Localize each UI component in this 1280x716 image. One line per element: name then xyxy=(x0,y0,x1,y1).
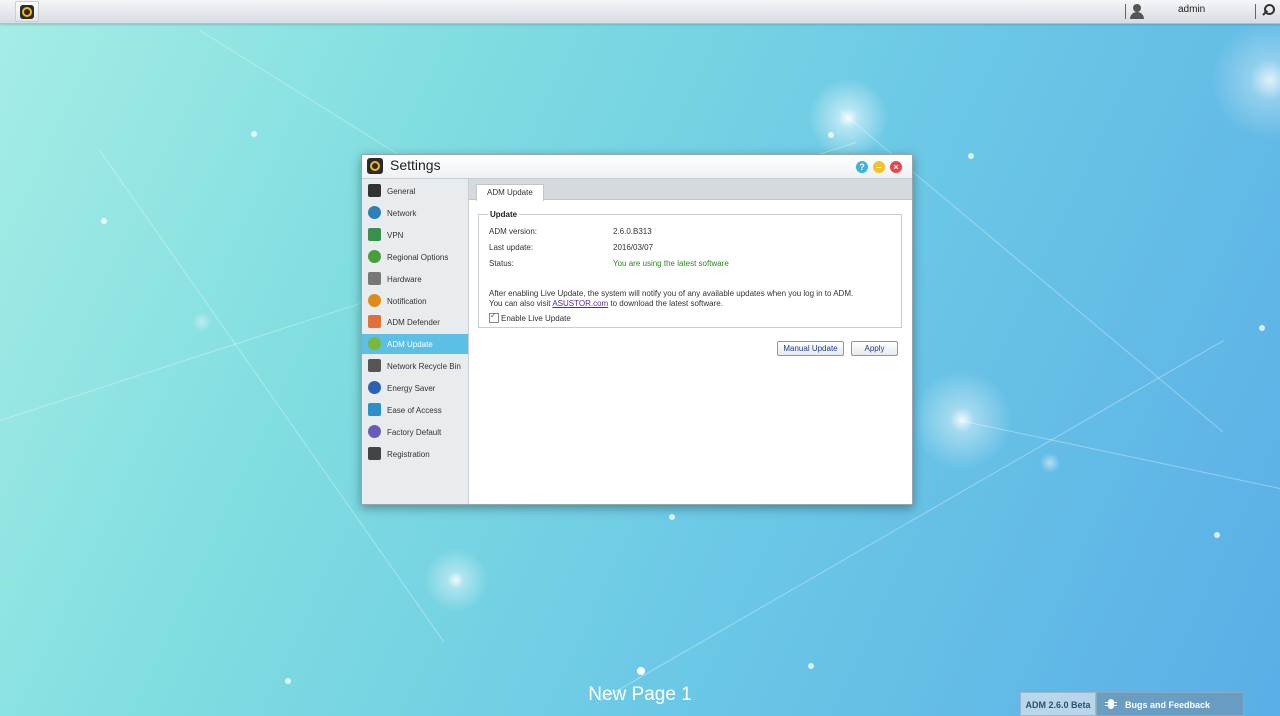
close-button[interactable]: × xyxy=(890,161,902,173)
enable-live-update-label[interactable]: Enable Live Update xyxy=(501,314,571,323)
status-value: You are using the latest software xyxy=(613,259,729,268)
info-line-2-prefix: You can also visit xyxy=(489,298,553,308)
taskbar-separator xyxy=(1125,4,1126,19)
window-titlebar[interactable]: Settings ? – × xyxy=(362,155,912,179)
bg-dot xyxy=(968,153,974,159)
sidebar-item-adm-update[interactable]: ADM Update xyxy=(362,334,468,355)
sidebar-item-label: Ease of Access xyxy=(387,406,442,415)
settings-app-icon xyxy=(367,158,383,174)
bg-dot xyxy=(1259,325,1265,331)
username-label[interactable]: admin xyxy=(1178,4,1205,15)
sidebar-item-label: Network Recycle Bin xyxy=(387,362,461,372)
sidebar-item-label: Notification xyxy=(387,296,427,306)
sidebar-item-label: Network xyxy=(387,208,417,218)
bug-icon xyxy=(1105,698,1117,711)
search-icon[interactable] xyxy=(1261,4,1275,19)
sidebar-item-factory-default[interactable]: Factory Default xyxy=(362,422,468,442)
adm-version-value: 2.6.0.B313 xyxy=(613,227,652,236)
manual-update-button[interactable]: Manual Update xyxy=(777,341,844,356)
user-icon[interactable] xyxy=(1130,4,1144,19)
minimize-button[interactable]: – xyxy=(873,161,885,173)
info-line-2: You can also visit ASUSTOR.com to downlo… xyxy=(489,299,899,309)
apply-button[interactable]: Apply xyxy=(851,341,898,356)
bg-line xyxy=(959,420,1280,490)
live-update-info: After enabling Live Update, the system w… xyxy=(489,289,899,308)
bg-dot xyxy=(285,678,291,684)
sidebar-item-label: Regional Options xyxy=(387,252,449,262)
notification-icon xyxy=(368,293,381,307)
settings-sidebar: General Network VPN Regional Options Hardwar… xyxy=(362,179,469,504)
desktop-page-title: New Page 1 xyxy=(588,684,692,705)
version-badge: ADM 2.6.0 Beta xyxy=(1020,692,1096,716)
network-globe-icon xyxy=(368,205,381,219)
help-button[interactable]: ? xyxy=(856,161,868,173)
sidebar-item-adm-defender[interactable]: ADM Defender xyxy=(362,312,468,332)
sidebar-item-label: Factory Default xyxy=(387,427,442,437)
vpn-icon xyxy=(368,227,381,241)
factory-default-icon xyxy=(368,424,381,438)
sidebar-item-regional-options[interactable]: Regional Options xyxy=(362,247,468,267)
update-legend: Update xyxy=(488,210,520,219)
sidebar-item-registration[interactable]: Registration xyxy=(362,444,468,464)
sidebar-item-network-recycle-bin[interactable]: Network Recycle Bin xyxy=(362,356,468,376)
sidebar-item-label: General xyxy=(387,187,416,196)
bugs-feedback-label: Bugs and Feedback xyxy=(1125,700,1211,710)
tab-adm-update[interactable]: ADM Update xyxy=(476,184,544,201)
general-icon xyxy=(368,184,381,197)
adm-defender-icon xyxy=(368,315,381,329)
sidebar-item-network[interactable]: Network xyxy=(362,203,468,223)
sidebar-item-vpn[interactable]: VPN xyxy=(362,225,468,245)
sidebar-item-label: ADM Update xyxy=(387,340,433,350)
registration-icon xyxy=(368,446,381,460)
last-update-value: 2016/03/07 xyxy=(613,243,654,252)
asustor-link[interactable]: ASUSTOR.com xyxy=(552,299,608,308)
sidebar-item-hardware[interactable]: Hardware xyxy=(362,269,468,289)
sidebar-item-ease-of-access[interactable]: Ease of Access xyxy=(362,400,468,420)
bg-dot xyxy=(669,514,675,520)
sidebar-item-label: Hardware xyxy=(387,274,422,284)
regional-options-icon xyxy=(368,249,381,263)
status-label: Status: xyxy=(489,259,514,268)
content-area: ADM Update Update ADM version: 2.6.0.B31… xyxy=(469,179,912,504)
taskbar: admin xyxy=(0,0,1280,24)
adm-logo-icon xyxy=(20,5,34,19)
tab-strip: ADM Update xyxy=(469,179,912,201)
hardware-icon xyxy=(368,271,381,285)
bg-dot xyxy=(1214,532,1220,538)
bg-dot xyxy=(808,663,814,669)
live-update-row: Enable Live Update xyxy=(489,311,571,323)
bg-dot xyxy=(828,132,834,138)
sidebar-item-general[interactable]: General xyxy=(362,181,468,201)
settings-window: Settings ? – × General Network VPN Regional… xyxy=(361,154,913,505)
sidebar-item-label: VPN xyxy=(387,230,404,240)
sidebar-item-label: Energy Saver xyxy=(387,384,436,394)
info-line-2-suffix: to download the latest software. xyxy=(608,298,723,308)
bg-dot xyxy=(251,131,257,137)
sidebar-item-label: Registration xyxy=(387,449,430,459)
sidebar-item-energy-saver[interactable]: Energy Saver xyxy=(362,378,468,398)
recycle-bin-icon xyxy=(368,359,381,373)
taskbar-separator xyxy=(1255,4,1256,19)
adm-update-icon xyxy=(368,337,381,351)
window-title: Settings xyxy=(390,157,441,173)
start-menu-button[interactable] xyxy=(15,1,39,22)
info-line-1: After enabling Live Update, the system w… xyxy=(489,289,854,298)
adm-version-label: ADM version: xyxy=(489,227,538,236)
bugs-feedback-button[interactable]: Bugs and Feedback xyxy=(1096,692,1244,716)
enable-live-update-checkbox[interactable] xyxy=(489,311,499,323)
last-update-label: Last update: xyxy=(489,243,534,252)
bg-dot xyxy=(101,218,107,224)
sidebar-item-label: ADM Defender xyxy=(387,318,440,328)
page-indicator-dot[interactable] xyxy=(637,667,645,675)
ease-of-access-icon xyxy=(368,403,381,416)
sidebar-item-notification[interactable]: Notification xyxy=(362,291,468,311)
update-fieldset: Update ADM version: 2.6.0.B313 Last upda… xyxy=(478,210,902,328)
energy-saver-icon xyxy=(368,381,381,395)
